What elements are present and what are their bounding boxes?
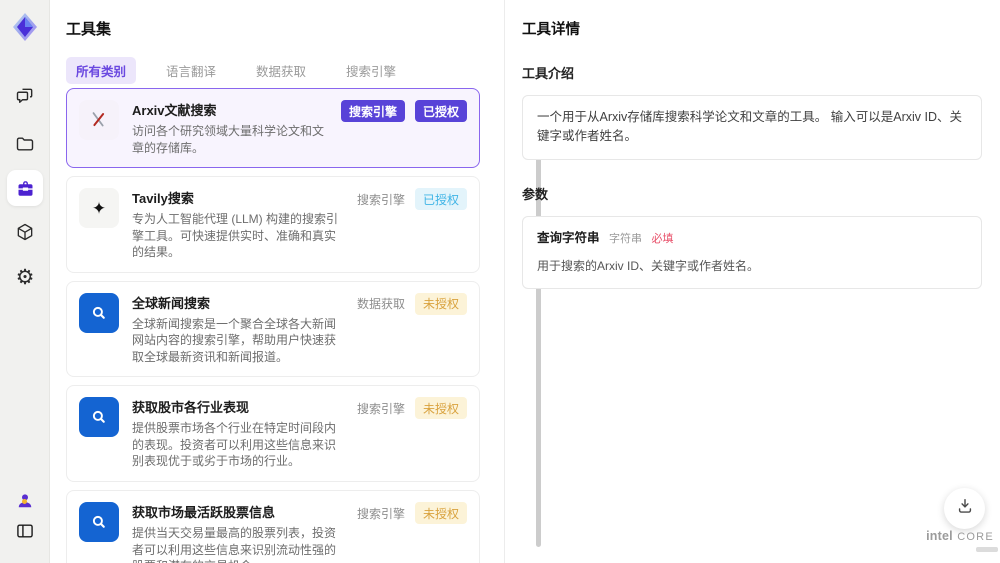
tool-card-body: 全球新闻搜索 全球新闻搜索是一个聚合全球各大新闻网站内容的搜索引擎，帮助用户快速… xyxy=(132,293,347,366)
tool-tags: 搜索引擎 未授权 xyxy=(356,502,467,525)
sidebar-item-packages[interactable] xyxy=(7,214,43,250)
tool-intro-box: 一个用于从Arxiv存储库搜索科学论文和文章的工具。 输入可以是Arxiv ID… xyxy=(522,95,982,160)
collapse-panel-icon xyxy=(15,521,35,541)
param-box: 查询字符串 字符串 必填 用于搜索的Arxiv ID、关键字或作者姓名。 xyxy=(522,215,982,289)
tab-language-translation[interactable]: 语言翻译 xyxy=(156,57,226,84)
settings-gear-icon: ⚙ xyxy=(15,265,35,289)
tool-name: 获取市场最活跃股票信息 xyxy=(132,505,276,521)
tool-description: 专为人工智能代理 (LLM) 构建的搜索引擎工具。可快速提供实时、准确和真实的结… xyxy=(132,212,339,260)
tool-name: Tavily搜索 xyxy=(132,191,194,207)
tool-tags: 数据获取 未授权 xyxy=(356,292,467,315)
tool-name: 全球新闻搜索 xyxy=(132,295,211,311)
tavily-star-icon: ✦ xyxy=(79,188,119,229)
category-badge: 搜索引擎 xyxy=(356,506,405,521)
tool-intro-text: 一个用于从Arxiv存储库搜索科学论文和文章的工具。 输入可以是Arxiv ID… xyxy=(537,110,963,144)
tool-card-body: Tavily搜索 专为人工智能代理 (LLM) 构建的搜索引擎工具。可快速提供实… xyxy=(132,188,347,261)
chat-icon xyxy=(15,86,35,106)
auth-badge: 未授权 xyxy=(414,502,467,525)
folder-icon xyxy=(15,134,35,154)
intel-wordmark: intel xyxy=(926,529,953,543)
tab-data-fetch[interactable]: 数据获取 xyxy=(246,57,316,84)
auth-badge: 未授权 xyxy=(414,397,467,420)
tab-all-categories[interactable]: 所有类别 xyxy=(66,57,137,84)
page-title: 工具集 xyxy=(66,21,112,38)
intel-core-logo: intel core xyxy=(922,527,998,552)
tool-card-sector-performance[interactable]: 获取股市各行业表现 提供股票市场各个行业在特定时间段内的表现。投资者可以利用这些… xyxy=(66,385,480,483)
tool-tags: 搜索引擎 已授权 xyxy=(340,100,467,122)
params-heading: 参数 xyxy=(522,186,549,202)
sidebar-item-collapse[interactable] xyxy=(7,513,43,549)
tool-card-global-news[interactable]: 全球新闻搜索 全球新闻搜索是一个聚合全球各大新闻网站内容的搜索引擎，帮助用户快速… xyxy=(66,280,480,378)
tool-tags: 搜索引擎 未授权 xyxy=(356,397,467,420)
stock-search-blue-icon xyxy=(79,397,119,438)
param-required-badge: 必填 xyxy=(651,232,674,245)
tool-card-body: Arxiv文献搜索 访问各个研究领域大量科学论文和文章的存储库。 xyxy=(132,100,331,156)
stock-search-blue-icon xyxy=(79,502,119,543)
left-rail: ⚙ xyxy=(0,0,50,563)
tool-description: 提供当天交易量最高的股票列表，投资者可以利用这些信息来识别流动性强的股票和潜在的… xyxy=(132,526,337,563)
category-badge: 搜索引擎 xyxy=(356,401,405,416)
tab-search-engine[interactable]: 搜索引擎 xyxy=(336,57,406,84)
logo-sub-badge xyxy=(976,547,998,552)
core-wordmark: core xyxy=(957,531,994,543)
tool-card-arxiv[interactable]: Arxiv文献搜索 访问各个研究领域大量科学论文和文章的存储库。 搜索引擎 已授… xyxy=(66,88,480,169)
sidebar-item-settings[interactable]: ⚙ xyxy=(7,259,43,295)
tool-name: Arxiv文献搜索 xyxy=(132,103,217,118)
auth-badge: 已授权 xyxy=(414,188,467,211)
category-tabs: 所有类别 语言翻译 数据获取 搜索引擎 xyxy=(66,57,406,84)
param-header: 查询字符串 字符串 必填 xyxy=(537,229,967,248)
cube-icon xyxy=(15,222,35,242)
tool-list-pane: 工具集 所有类别 语言翻译 数据获取 搜索引擎 Arxiv文献搜索 访问各个研究… xyxy=(50,0,541,563)
tool-card-body: 获取市场最活跃股票信息 提供当天交易量最高的股票列表，投资者可以利用这些信息来识… xyxy=(132,502,347,563)
intro-heading: 工具介绍 xyxy=(522,66,575,81)
detail-title: 工具详情 xyxy=(522,22,580,38)
category-badge: 搜索引擎 xyxy=(356,192,405,207)
tool-description: 提供股票市场各个行业在特定时间段内的表现。投资者可以利用这些信息来识别表现优于或… xyxy=(132,421,337,469)
app-window: ⚙ 工具集 所有类别 语言翻译 数据获取 搜索引擎 Arxiv文献搜索 访问各个… xyxy=(0,0,1000,563)
tool-name: 获取股市各行业表现 xyxy=(132,400,250,416)
tool-card-most-active-stocks[interactable]: 获取市场最活跃股票信息 提供当天交易量最高的股票列表，投资者可以利用这些信息来识… xyxy=(66,490,480,563)
tool-card-body: 获取股市各行业表现 提供股票市场各个行业在特定时间段内的表现。投资者可以利用这些… xyxy=(132,397,347,470)
sidebar-item-chat[interactable] xyxy=(7,78,43,114)
tool-card-tavily[interactable]: ✦ Tavily搜索 专为人工智能代理 (LLM) 构建的搜索引擎工具。可快速提… xyxy=(66,176,480,273)
sidebar-item-toolbox[interactable] xyxy=(7,170,43,206)
download-icon xyxy=(955,496,975,521)
tool-description: 访问各个研究领域大量科学论文和文章的存储库。 xyxy=(132,124,325,155)
toolbox-icon xyxy=(15,178,36,199)
category-badge: 数据获取 xyxy=(356,297,405,312)
app-logo-diamond-icon xyxy=(13,13,37,41)
download-button[interactable] xyxy=(944,488,985,529)
param-name: 查询字符串 xyxy=(537,230,600,245)
notification-dot xyxy=(22,499,27,504)
auth-badge: 未授权 xyxy=(414,292,467,315)
user-icon xyxy=(15,491,35,511)
tool-description: 全球新闻搜索是一个聚合全球各大新闻网站内容的搜索引擎，帮助用户快速获取全球最新资… xyxy=(132,316,337,364)
tool-tags: 搜索引擎 已授权 xyxy=(356,188,467,211)
category-badge: 搜索引擎 xyxy=(340,100,405,122)
news-search-blue-icon xyxy=(79,292,119,333)
sidebar-item-files[interactable] xyxy=(7,126,43,162)
tool-detail-pane: 工具详情 工具介绍 一个用于从Arxiv存储库搜索科学论文和文章的工具。 输入可… xyxy=(505,0,1000,563)
param-type: 字符串 xyxy=(609,232,642,245)
arxiv-logo-icon xyxy=(79,100,119,140)
param-description: 用于搜索的Arxiv ID、关键字或作者姓名。 xyxy=(537,259,760,274)
tool-card-list: Arxiv文献搜索 访问各个研究领域大量科学论文和文章的存储库。 搜索引擎 已授… xyxy=(66,88,480,563)
auth-badge: 已授权 xyxy=(414,100,467,122)
